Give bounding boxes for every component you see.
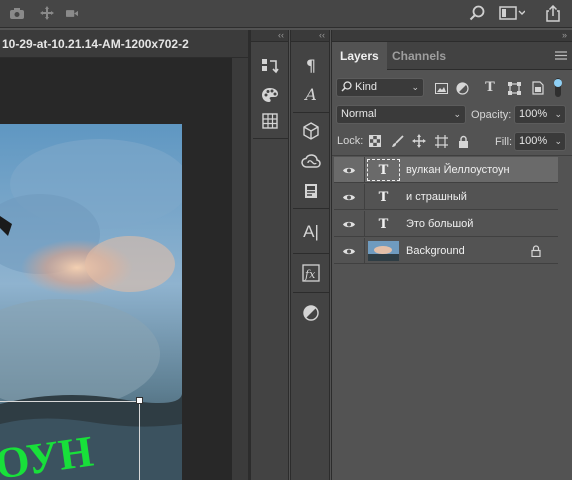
layer-filter-value: Kind — [355, 81, 378, 93]
layer-row[interactable]: T и страшный — [334, 184, 558, 210]
visibility-eye-icon[interactable] — [341, 190, 357, 204]
grid-icon[interactable] — [258, 110, 282, 132]
dock-separator — [293, 292, 329, 293]
dock-separator — [253, 138, 288, 139]
layer-filter-select[interactable]: Kind ⌄ — [336, 78, 424, 97]
dock-collapse-arrows[interactable]: ‹‹ — [291, 30, 329, 42]
blend-mode-value: Normal — [341, 108, 377, 120]
layer-row[interactable]: T вулкан Йеллоустоун — [334, 157, 558, 183]
lock-transparent-pixels-icon[interactable] — [367, 133, 383, 149]
document-tab-label: 10-29-at-10.21.14-AM-1200x702-2 — [2, 37, 189, 51]
layer-lock-icon[interactable] — [531, 245, 541, 260]
history-icon[interactable] — [258, 56, 282, 78]
image-filter-icon[interactable] — [433, 80, 449, 96]
options-bar — [0, 0, 572, 28]
chevron-down-icon: ⌄ — [554, 109, 562, 119]
layer-name[interactable]: вулкан Йеллоустоун — [406, 164, 510, 176]
text-layer-thumbnail[interactable]: T — [367, 213, 400, 235]
visibility-eye-icon[interactable] — [341, 244, 357, 258]
text-glyph-icon[interactable]: A| — [299, 221, 323, 243]
layer-name[interactable]: Это большой — [406, 218, 473, 230]
lock-all-icon[interactable] — [455, 133, 471, 149]
text-layer-thumbnail[interactable]: T — [367, 159, 400, 181]
tab-layers[interactable]: Layers — [332, 42, 387, 70]
lock-artboard-icon[interactable] — [433, 133, 449, 149]
creative-cloud-icon[interactable] — [299, 150, 323, 172]
lock-image-pixels-icon[interactable] — [389, 133, 405, 149]
layer-row[interactable]: T Это большой — [334, 211, 558, 237]
row-divider — [364, 238, 365, 264]
row-divider — [364, 184, 365, 210]
document-tab[interactable]: 10-29-at-10.21.14-AM-1200x702-2 — [0, 30, 248, 58]
adjustments-icon[interactable] — [299, 302, 323, 324]
workspace-icon[interactable] — [498, 5, 526, 21]
shape-filter-icon[interactable] — [506, 80, 522, 96]
visibility-eye-icon[interactable] — [341, 217, 357, 231]
search-icon[interactable] — [468, 5, 486, 21]
fill-value: 100% — [519, 135, 548, 147]
chevron-down-icon: ⌄ — [453, 109, 461, 119]
3d-cube-icon[interactable] — [299, 120, 323, 142]
adjustment-filter-icon[interactable] — [454, 80, 470, 96]
layer-name[interactable]: и страшный — [406, 191, 467, 203]
fill-field[interactable]: 100% ⌄ — [514, 132, 566, 151]
paragraph-icon[interactable]: ¶ — [299, 54, 323, 76]
chevron-down-icon: ⌄ — [554, 136, 562, 146]
canvas-scroll-edge — [232, 58, 248, 480]
lock-position-icon[interactable] — [411, 133, 427, 149]
dock-separator — [293, 208, 329, 209]
share-icon[interactable] — [544, 4, 562, 22]
smart-object-filter-icon[interactable] — [530, 80, 546, 96]
opacity-field[interactable]: 100% ⌄ — [514, 105, 566, 124]
search-icon — [341, 81, 352, 98]
lock-label: Lock: — [337, 135, 364, 147]
dock-separator — [293, 253, 329, 254]
panel-collapse-bar[interactable]: » — [332, 30, 572, 42]
character-style-icon[interactable]: A — [299, 83, 323, 105]
fx-styles-icon[interactable]: fx — [299, 262, 323, 284]
layer-name[interactable]: Background — [406, 245, 465, 257]
fill-label: Fill: — [495, 136, 513, 148]
collapse-arrows-icon[interactable]: » — [562, 30, 567, 41]
color-palette-icon[interactable] — [258, 84, 282, 106]
blend-mode-select[interactable]: Normal ⌄ — [336, 105, 466, 124]
collapsed-dock-left: ‹‹ — [250, 30, 289, 480]
row-divider — [364, 157, 365, 183]
collapsed-dock-right: ‹‹ ¶ A A| fx — [290, 30, 330, 480]
background-layer-thumbnail[interactable] — [367, 240, 400, 262]
tab-channels[interactable]: Channels — [384, 42, 454, 70]
panel-tabs: Layers Channels — [332, 42, 572, 70]
chevron-down-icon: ⌄ — [411, 82, 419, 92]
transform-handle[interactable] — [136, 397, 143, 404]
dock-collapse-arrows[interactable]: ‹‹ — [251, 30, 288, 42]
opacity-value: 100% — [519, 108, 548, 120]
opacity-label: Opacity: — [471, 109, 512, 121]
layers-panel: » Layers Channels Kind ⌄ T Normal ⌄ Opac… — [331, 30, 572, 480]
camera-icon[interactable] — [8, 5, 26, 21]
svg-text:fx: fx — [304, 268, 316, 281]
row-divider — [364, 211, 365, 237]
layer-row[interactable]: Background — [334, 238, 558, 264]
filter-toggle-icon[interactable] — [553, 78, 563, 97]
type-filter-icon[interactable]: T — [482, 79, 498, 95]
video-icon[interactable] — [66, 5, 78, 21]
dock-separator — [293, 112, 329, 113]
panel-divider-line — [332, 155, 572, 156]
transform-bounding-box[interactable] — [0, 401, 140, 480]
panel-menu-icon[interactable] — [555, 51, 567, 60]
libraries-icon[interactable] — [299, 180, 323, 202]
text-layer-thumbnail[interactable]: T — [367, 186, 400, 208]
visibility-eye-icon[interactable] — [341, 163, 357, 177]
move-transform-icon-2 — [36, 5, 54, 21]
